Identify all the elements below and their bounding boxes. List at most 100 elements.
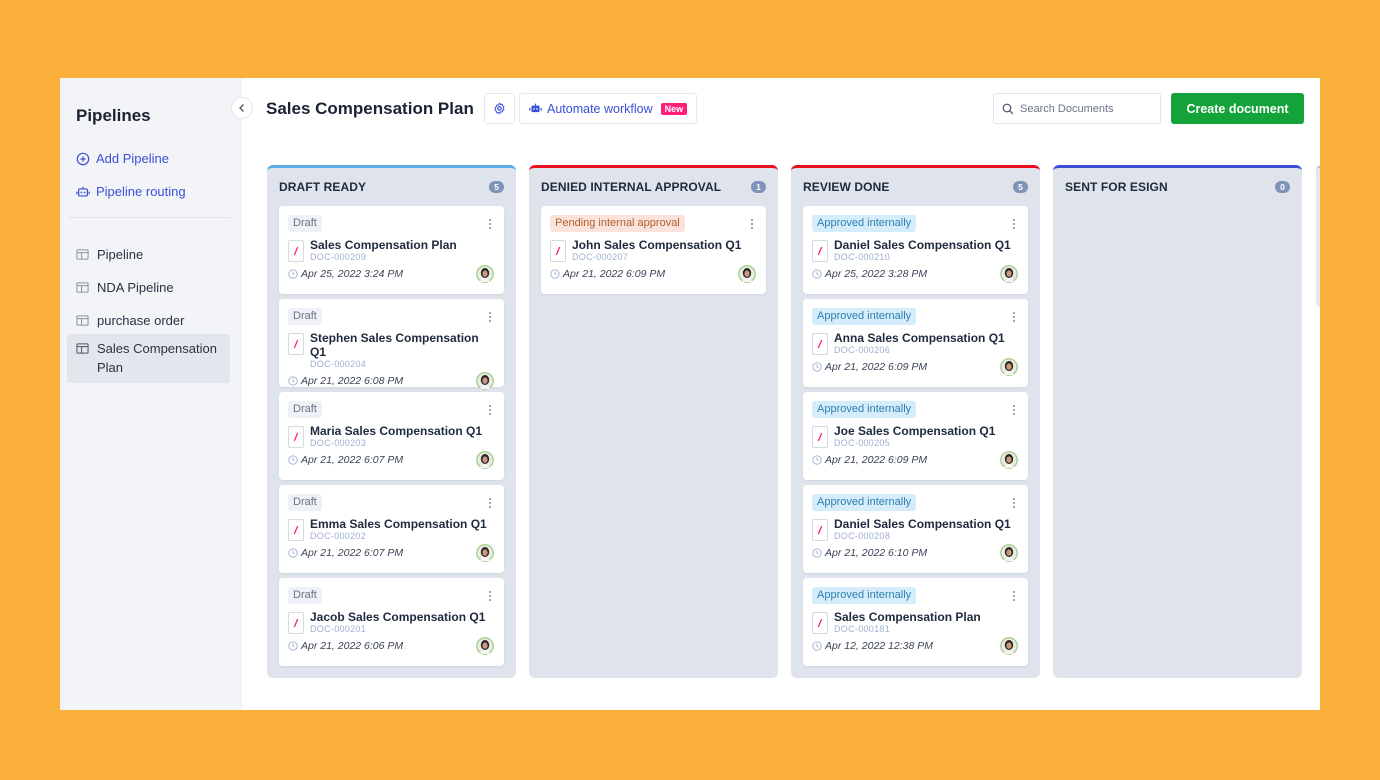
document-id: DOC-000181 — [834, 624, 891, 634]
document-card[interactable]: Draft Emma Sales Compensation Q1 DOC-000… — [279, 485, 504, 573]
clock-icon — [288, 269, 298, 279]
gear-icon — [494, 102, 505, 115]
document-card[interactable]: Approved internally Daniel Sales Compens… — [803, 485, 1028, 573]
sidebar-item-purchase-order[interactable]: purchase order — [67, 305, 230, 336]
sidebar-item-pipeline[interactable]: Pipeline — [67, 239, 230, 270]
more-vertical-icon — [1013, 591, 1015, 601]
document-card[interactable]: Approved internally Daniel Sales Compens… — [803, 206, 1028, 294]
column-title: SENT FOR ESIGN — [1065, 180, 1168, 194]
document-title[interactable]: Maria Sales Compensation Q1 — [310, 424, 482, 438]
plus-circle-icon — [76, 152, 90, 165]
sidebar-item-sales-compensation-plan[interactable]: Sales Compensation Plan — [67, 334, 230, 383]
avatar[interactable] — [1000, 265, 1018, 283]
automate-workflow-button[interactable]: Automate workflow New — [519, 93, 698, 124]
sidebar-item-label: Pipeline — [97, 247, 144, 262]
more-vertical-icon — [1013, 312, 1015, 322]
avatar[interactable] — [1000, 358, 1018, 376]
partial-next-column — [1316, 165, 1320, 308]
date-text: Apr 21, 2022 6:08 PM — [301, 375, 404, 387]
avatar[interactable] — [1000, 544, 1018, 562]
table-icon — [76, 315, 89, 326]
document-title[interactable]: Emma Sales Compensation Q1 — [310, 517, 487, 531]
date-text: Apr 21, 2022 6:06 PM — [301, 640, 404, 652]
clock-icon — [288, 641, 298, 651]
document-card[interactable]: Approved internally Joe Sales Compensati… — [803, 392, 1028, 480]
pipeline-column: SENT FOR ESIGN 0 — [1053, 165, 1302, 678]
document-file-icon — [288, 426, 304, 448]
document-title[interactable]: Joe Sales Compensation Q1 — [834, 424, 995, 438]
status-badge: Approved internally — [812, 401, 917, 418]
document-file-icon — [288, 240, 304, 262]
status-badge: Approved internally — [812, 587, 917, 604]
document-title[interactable]: Stephen Sales Compensation Q1 — [310, 331, 494, 359]
document-card[interactable]: Approved internally Anna Sales Compensat… — [803, 299, 1028, 387]
new-badge: New — [660, 102, 688, 115]
card-menu-button[interactable] — [487, 217, 493, 229]
add-pipeline-link[interactable]: Add Pipeline — [76, 151, 169, 166]
document-title[interactable]: Sales Compensation Plan — [834, 610, 981, 624]
document-id: DOC-000208 — [834, 531, 891, 541]
document-title[interactable]: Jacob Sales Compensation Q1 — [310, 610, 485, 624]
card-menu-button[interactable] — [487, 589, 493, 601]
document-card[interactable]: Draft Maria Sales Compensation Q1 DOC-00… — [279, 392, 504, 480]
card-menu-button[interactable] — [487, 310, 493, 322]
avatar[interactable] — [476, 451, 494, 469]
document-date: Apr 21, 2022 6:07 PM — [288, 454, 403, 466]
document-title[interactable]: Daniel Sales Compensation Q1 — [834, 517, 1011, 531]
card-menu-button[interactable] — [1011, 403, 1017, 415]
status-badge: Draft — [288, 215, 322, 232]
clock-icon — [812, 362, 822, 372]
search-documents-box[interactable] — [993, 93, 1161, 124]
more-vertical-icon — [1013, 405, 1015, 415]
pipeline-column: DENIED INTERNAL APPROVAL 1 Pending intern… — [529, 165, 778, 678]
document-card[interactable]: Draft Sales Compensation Plan DOC-000209… — [279, 206, 504, 294]
avatar[interactable] — [476, 265, 494, 283]
document-file-icon — [288, 519, 304, 541]
document-title[interactable]: Daniel Sales Compensation Q1 — [834, 238, 1011, 252]
document-date: Apr 21, 2022 6:09 PM — [550, 268, 665, 280]
status-badge: Draft — [288, 401, 322, 418]
more-vertical-icon — [489, 405, 491, 415]
avatar[interactable] — [738, 265, 756, 283]
card-menu-button[interactable] — [487, 403, 493, 415]
document-id: DOC-000202 — [310, 531, 367, 541]
avatar[interactable] — [1000, 637, 1018, 655]
settings-button[interactable] — [484, 93, 515, 124]
pipeline-routing-link[interactable]: Pipeline routing — [76, 184, 186, 199]
sidebar-item-nda-pipeline[interactable]: NDA Pipeline — [67, 272, 230, 303]
pipeline-column: REVIEW DONE 5 Approved internally Daniel … — [791, 165, 1040, 678]
avatar[interactable] — [1000, 451, 1018, 469]
document-file-icon — [812, 240, 828, 262]
card-menu-button[interactable] — [1011, 217, 1017, 229]
create-document-button[interactable]: Create document — [1171, 93, 1304, 124]
document-title[interactable]: John Sales Compensation Q1 — [572, 238, 741, 252]
document-card[interactable]: Draft Jacob Sales Compensation Q1 DOC-00… — [279, 578, 504, 666]
document-id: DOC-000206 — [834, 345, 891, 355]
empty-column-area — [1065, 206, 1290, 308]
document-id: DOC-000207 — [572, 252, 629, 262]
avatar[interactable] — [476, 637, 494, 655]
document-title[interactable]: Anna Sales Compensation Q1 — [834, 331, 1005, 345]
document-id: DOC-000204 — [310, 359, 367, 369]
app-window: Pipelines Add Pipeline Pipeline routing … — [60, 78, 1320, 710]
document-title[interactable]: Sales Compensation Plan — [310, 238, 457, 252]
collapse-sidebar-button[interactable] — [231, 97, 253, 119]
search-input[interactable] — [1020, 102, 1150, 115]
card-menu-button[interactable] — [749, 217, 755, 229]
document-card[interactable]: Pending internal approval John Sales Com… — [541, 206, 766, 294]
card-menu-button[interactable] — [1011, 589, 1017, 601]
pipeline-routing-label: Pipeline routing — [96, 184, 186, 199]
date-text: Apr 21, 2022 6:09 PM — [825, 454, 928, 466]
card-menu-button[interactable] — [1011, 310, 1017, 322]
card-menu-button[interactable] — [487, 496, 493, 508]
status-badge: Approved internally — [812, 494, 917, 511]
avatar[interactable] — [476, 544, 494, 562]
sidebar-item-label: purchase order — [97, 313, 185, 328]
card-menu-button[interactable] — [1011, 496, 1017, 508]
document-card[interactable]: Draft Stephen Sales Compensation Q1 DOC-… — [279, 299, 504, 390]
column-title: DENIED INTERNAL APPROVAL — [541, 180, 722, 194]
date-text: Apr 12, 2022 12:38 PM — [825, 640, 933, 652]
search-icon — [1002, 103, 1014, 114]
avatar[interactable] — [476, 372, 494, 390]
document-card[interactable]: Approved internally Sales Compensation P… — [803, 578, 1028, 666]
